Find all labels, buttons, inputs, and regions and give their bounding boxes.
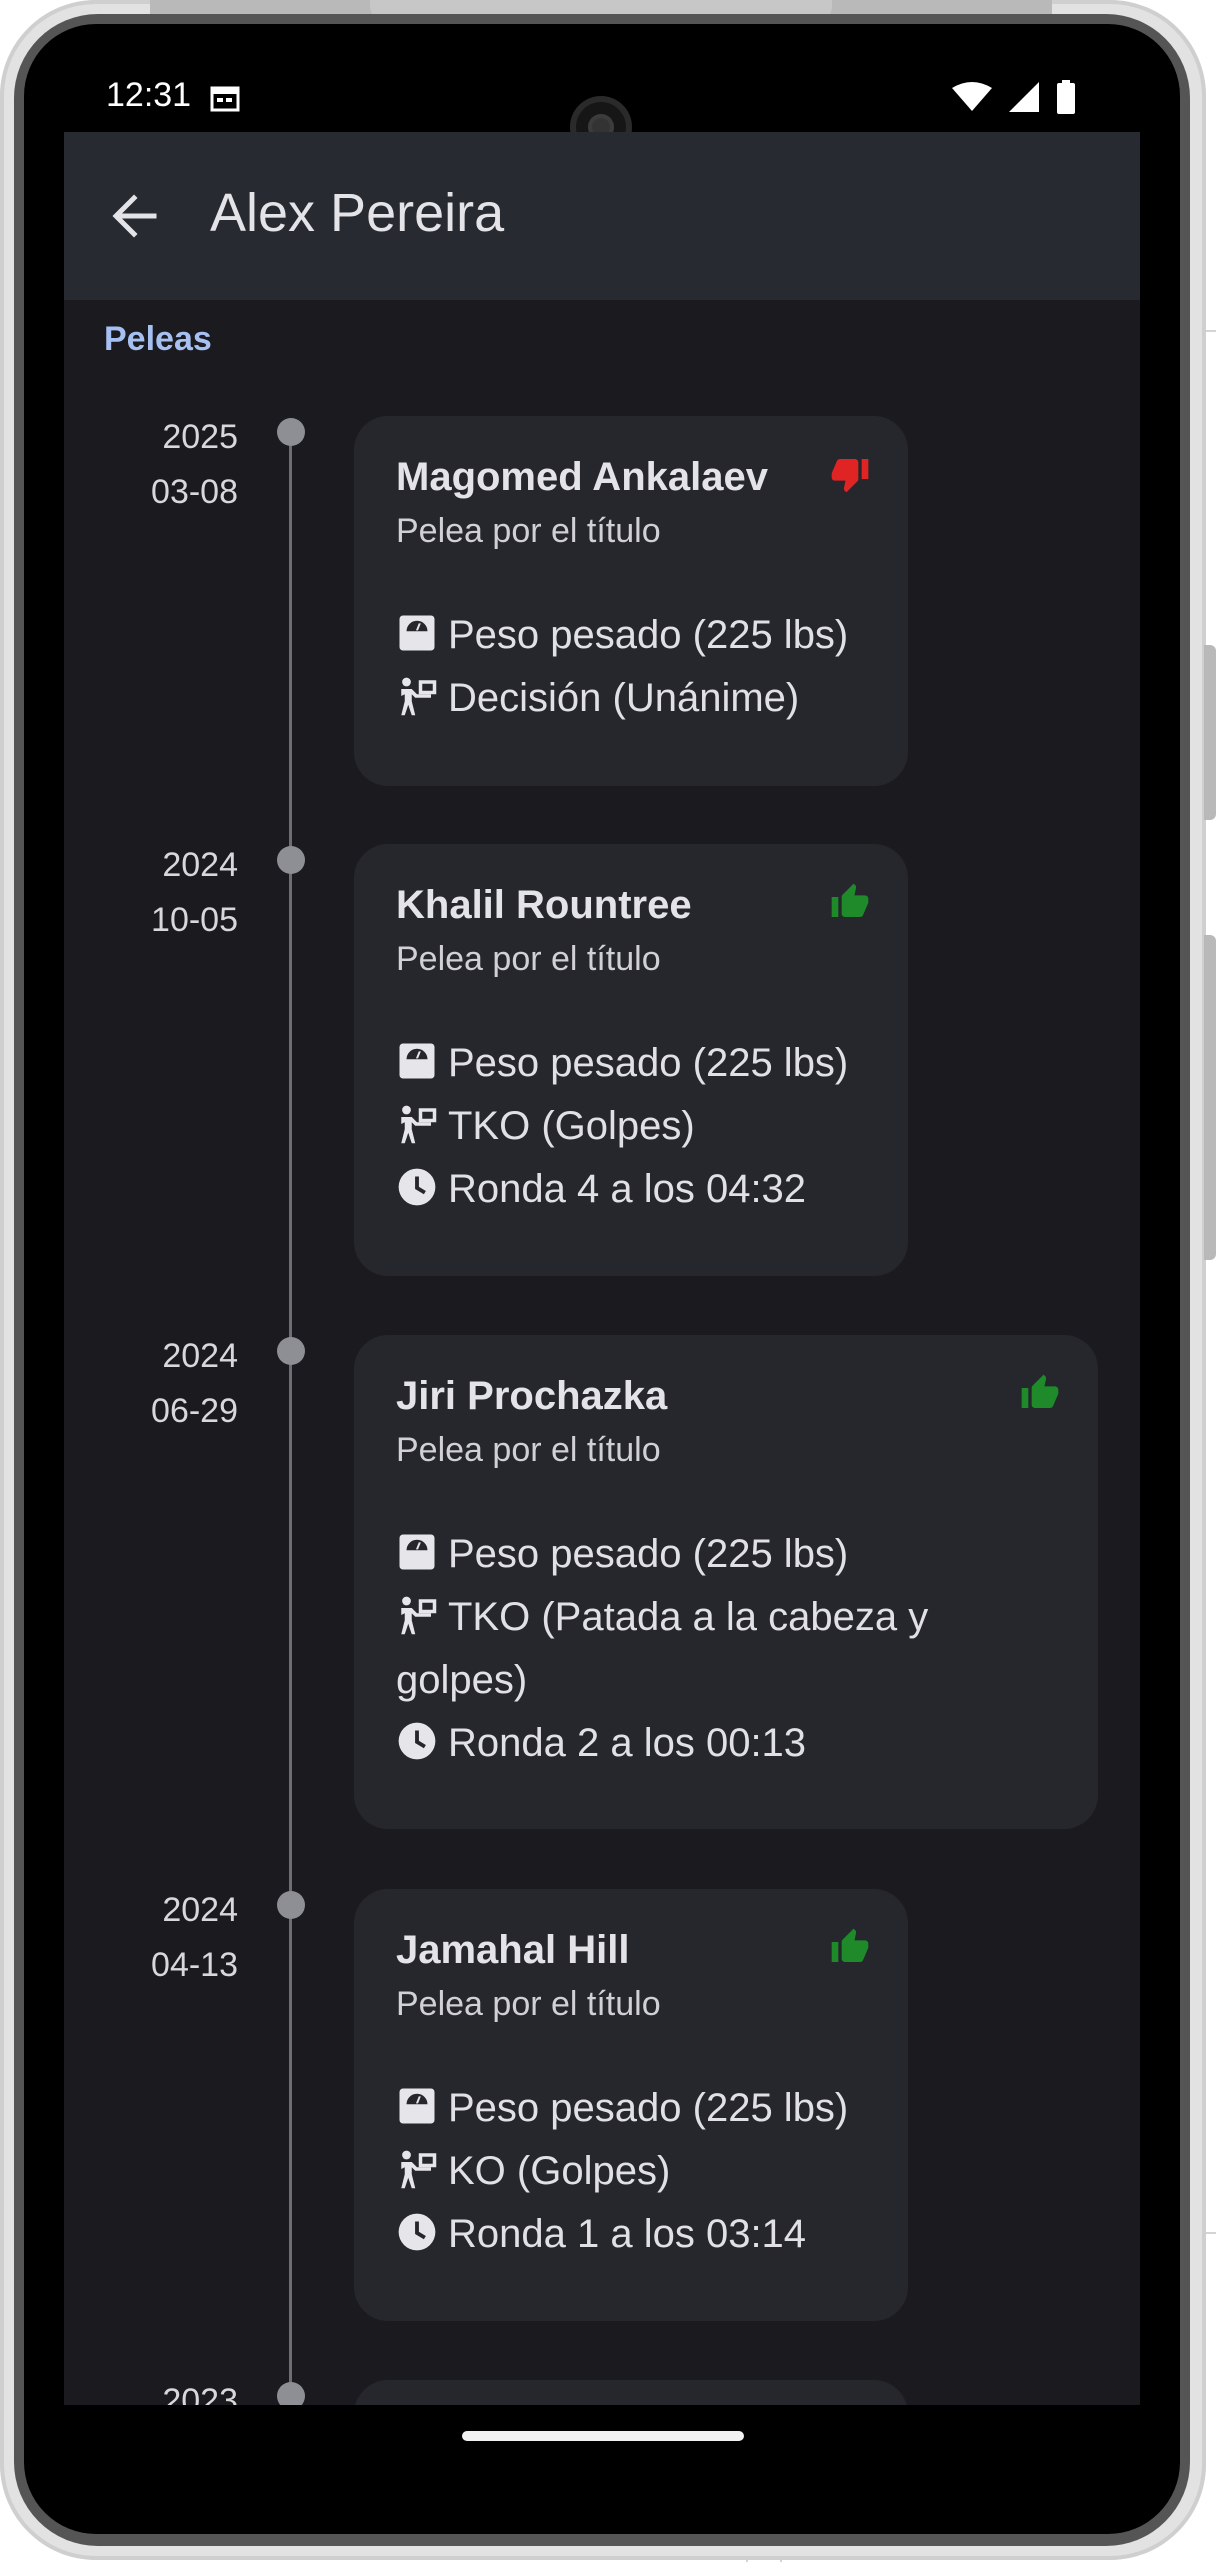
fight-year: 2024 [162,1891,238,1929]
method-label: TKO (Patada a la cabeza y golpes) [396,1595,929,1702]
method-label: Decisión (Unánime) [448,676,800,720]
fight-card[interactable]: Jiri Prochazka Pelea por el título Peso … [354,1335,1098,1829]
fight-method: TKO (Patada a la cabeza y golpes) [396,1586,1056,1712]
arrow-back-icon[interactable] [104,186,164,246]
fight-day: 10-05 [151,901,238,939]
timeline-dot [277,1891,305,1919]
thumbs-up-icon [1021,1374,1059,1408]
volume-button [1204,645,1216,820]
thumbs-up-icon [831,1928,869,1962]
calendar-icon [210,86,240,112]
opponent-name: Jiri Prochazka [396,1374,668,1418]
fight-subtitle: Pelea por el título [396,512,661,550]
fight-card[interactable]: Jamahal Hill Pelea por el título Peso pe… [354,1889,908,2321]
fight-date: 2024 04-13 [151,1883,238,1993]
time-label: Ronda 1 a los 03:14 [448,2212,807,2256]
fight-date: 2025 03-08 [151,410,238,520]
opponent-name: Magomed Ankalaev [396,455,768,499]
fight-time: Ronda 2 a los 00:13 [396,1712,1056,1775]
referee-icon [401,1105,437,1144]
weight-label: Peso pesado (225 lbs) [448,1532,849,1576]
clock-icon [398,1722,436,1760]
scale-icon [399,1043,435,1079]
fight-weight: Peso pesado (225 lbs) [396,1032,866,1095]
weight-label: Peso pesado (225 lbs) [448,1041,849,1085]
clock-icon [398,1168,436,1206]
weight-label: Peso pesado (225 lbs) [448,2086,849,2130]
method-label: TKO (Golpes) [448,1104,695,1148]
fight-method: Decisión (Unánime) [396,667,866,730]
fight-subtitle: Pelea por el título [396,1985,661,2023]
fight-method: TKO (Golpes) [396,1095,866,1158]
referee-icon [401,1596,437,1635]
fight-year: 2024 [162,1337,238,1375]
fight-time: Ronda 1 a los 03:14 [396,2203,866,2266]
navigation-bar [64,2405,1140,2469]
fight-weight: Peso pesado (225 lbs) [396,1523,1056,1586]
weight-label: Peso pesado (225 lbs) [448,613,849,657]
fight-year: 2024 [162,846,238,884]
fight-method: KO (Golpes) [396,2140,866,2203]
screen: 12:31 Alex Pereira Peleas 2025 03-08 Mag… [64,64,1140,2469]
scale-icon [399,1534,435,1570]
fight-weight: Peso pesado (225 lbs) [396,2077,866,2140]
fight-card[interactable]: Khalil Rountree Pelea por el título Peso… [354,844,908,1276]
fight-day: 06-29 [151,1392,238,1430]
fight-year: 2025 [162,418,238,456]
status-time: 12:31 [106,76,192,114]
timeline-dot [277,418,305,446]
battery-icon [1057,80,1075,114]
thumbs-down-icon [831,459,869,493]
scale-icon [399,2088,435,2124]
opponent-name: Jamahal Hill [396,1928,630,1972]
fight-date: 2024 10-05 [151,838,238,948]
power-button [1204,935,1216,1260]
referee-icon [401,677,437,716]
fight-time: Ronda 4 a los 04:32 [396,1158,866,1221]
timeline-line [289,429,292,2469]
fight-subtitle: Pelea por el título [396,940,661,978]
timeline-dot [277,846,305,874]
wifi-icon [952,82,992,111]
time-label: Ronda 2 a los 00:13 [448,1721,807,1765]
timeline-dot [277,1337,305,1365]
method-label: KO (Golpes) [448,2149,671,2193]
fight-date: 2024 06-29 [151,1329,238,1439]
home-gesture-handle[interactable] [462,2431,744,2441]
app-bar: Alex Pereira [64,132,1140,300]
signal-icon [1009,82,1039,112]
clock-icon [398,2213,436,2251]
scale-icon [399,615,435,651]
fight-subtitle: Pelea por el título [396,1431,661,1469]
fight-card[interactable]: Magomed Ankalaev Pelea por el título Pes… [354,416,908,786]
fight-day: 04-13 [151,1946,238,1984]
fight-day: 03-08 [151,473,238,511]
section-label-fights: Peleas [104,320,212,358]
opponent-name: Khalil Rountree [396,883,692,927]
thumbs-up-icon [831,883,869,917]
time-label: Ronda 4 a los 04:32 [448,1167,807,1211]
referee-icon [401,2150,437,2189]
fight-weight: Peso pesado (225 lbs) [396,604,866,667]
page-title: Alex Pereira [210,183,505,243]
